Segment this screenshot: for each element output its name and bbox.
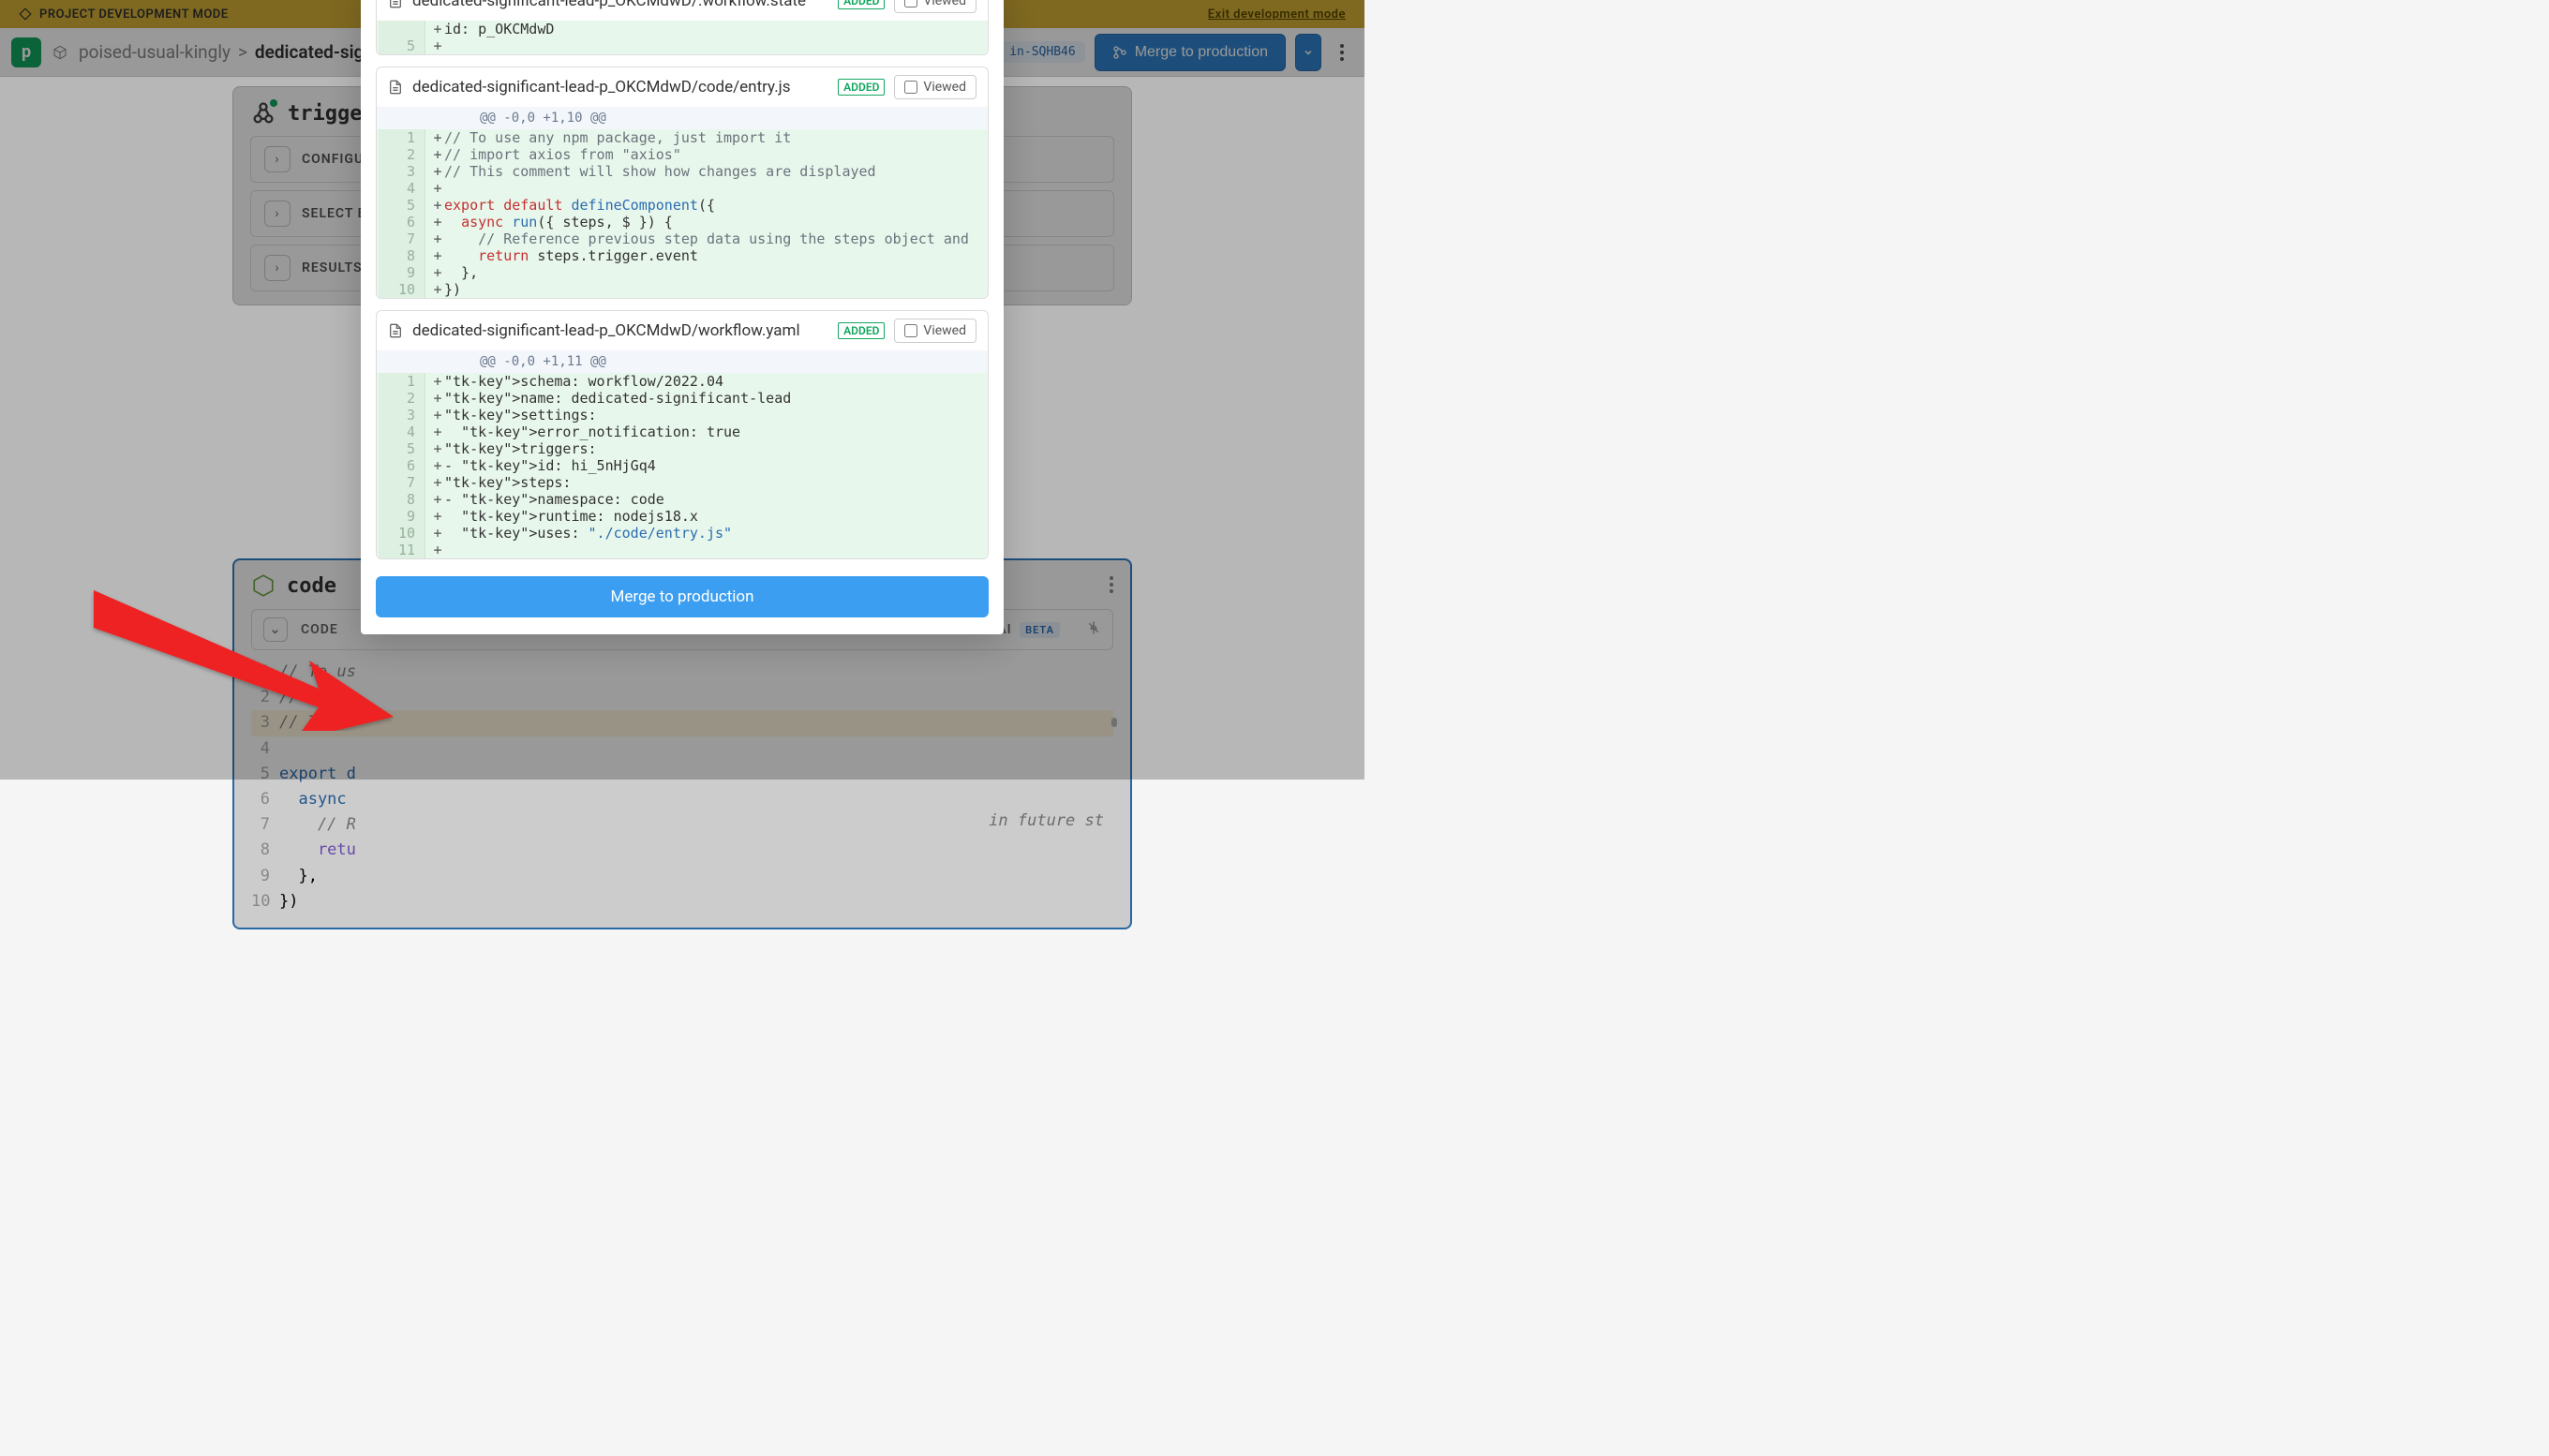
- file-block: dedicated-significant-lead-p_OKCMdwD/cod…: [376, 67, 989, 299]
- diff-line: 11+: [377, 542, 988, 558]
- modal-overlay[interactable]: dedicated-significant-lead-p_OKCMdwD/.wo…: [0, 0, 1364, 780]
- diff-line: 5+: [377, 37, 988, 54]
- file-name: dedicated-significant-lead-p_OKCMdwD/.wo…: [412, 0, 828, 10]
- diff-line: 2+"tk-key">name: dedicated-significant-l…: [377, 390, 988, 407]
- diff-line: 1+// To use any npm package, just import…: [377, 129, 988, 146]
- viewed-checkbox[interactable]: [904, 81, 917, 94]
- diff-line: 9+ },: [377, 264, 988, 281]
- viewed-checkbox[interactable]: [904, 0, 917, 7]
- diff-line: 10+ "tk-key">uses: "./code/entry.js": [377, 525, 988, 542]
- file-icon: [388, 0, 403, 9]
- diff-line: 5+"tk-key">triggers:: [377, 440, 988, 457]
- file-block: dedicated-significant-lead-p_OKCMdwD/wor…: [376, 310, 989, 559]
- diff-line: 1+"tk-key">schema: workflow/2022.04: [377, 373, 988, 390]
- viewed-checkbox[interactable]: [904, 324, 917, 337]
- file-name: dedicated-significant-lead-p_OKCMdwD/wor…: [412, 321, 828, 340]
- added-badge: ADDED: [838, 0, 885, 9]
- viewed-toggle[interactable]: Viewed: [894, 0, 976, 13]
- diff-line: 8+ return steps.trigger.event: [377, 247, 988, 264]
- file-icon: [388, 322, 403, 339]
- diff-line: 8+- "tk-key">namespace: code: [377, 491, 988, 508]
- diff-line: 3+// This comment will show how changes …: [377, 163, 988, 180]
- diff-line: 10+}): [377, 281, 988, 298]
- diff-line: 7+"tk-key">steps:: [377, 474, 988, 491]
- file-block: dedicated-significant-lead-p_OKCMdwD/.wo…: [376, 0, 989, 55]
- modal-merge-button[interactable]: Merge to production: [376, 576, 989, 617]
- diff-modal: dedicated-significant-lead-p_OKCMdwD/.wo…: [361, 0, 1004, 634]
- diff-line: 4+ "tk-key">error_notification: true: [377, 423, 988, 440]
- diff-line: 6+- "tk-key">id: hi_5nHjGq4: [377, 457, 988, 474]
- diff-line: +id: p_OKCMdwD: [377, 21, 988, 37]
- file-name: dedicated-significant-lead-p_OKCMdwD/cod…: [412, 78, 828, 97]
- diff-line: 7+ // Reference previous step data using…: [377, 230, 988, 247]
- diff-hunk-header: @@ -0,0 +1,11 @@: [377, 350, 988, 373]
- viewed-toggle[interactable]: Viewed: [894, 319, 976, 343]
- viewed-toggle[interactable]: Viewed: [894, 75, 976, 99]
- added-badge: ADDED: [838, 322, 885, 339]
- diff-hunk-header: @@ -0,0 +1,10 @@: [377, 107, 988, 129]
- diff-line: 3+"tk-key">settings:: [377, 407, 988, 423]
- file-icon: [388, 79, 403, 96]
- diff-line: 2+// import axios from "axios": [377, 146, 988, 163]
- editor-tail-hint: in future st: [989, 811, 1104, 830]
- added-badge: ADDED: [838, 79, 885, 96]
- diff-line: 9+ "tk-key">runtime: nodejs18.x: [377, 508, 988, 525]
- diff-line: 5+export default defineComponent({: [377, 197, 988, 214]
- diff-line: 6+ async run({ steps, $ }) {: [377, 214, 988, 230]
- diff-line: 4+: [377, 180, 988, 197]
